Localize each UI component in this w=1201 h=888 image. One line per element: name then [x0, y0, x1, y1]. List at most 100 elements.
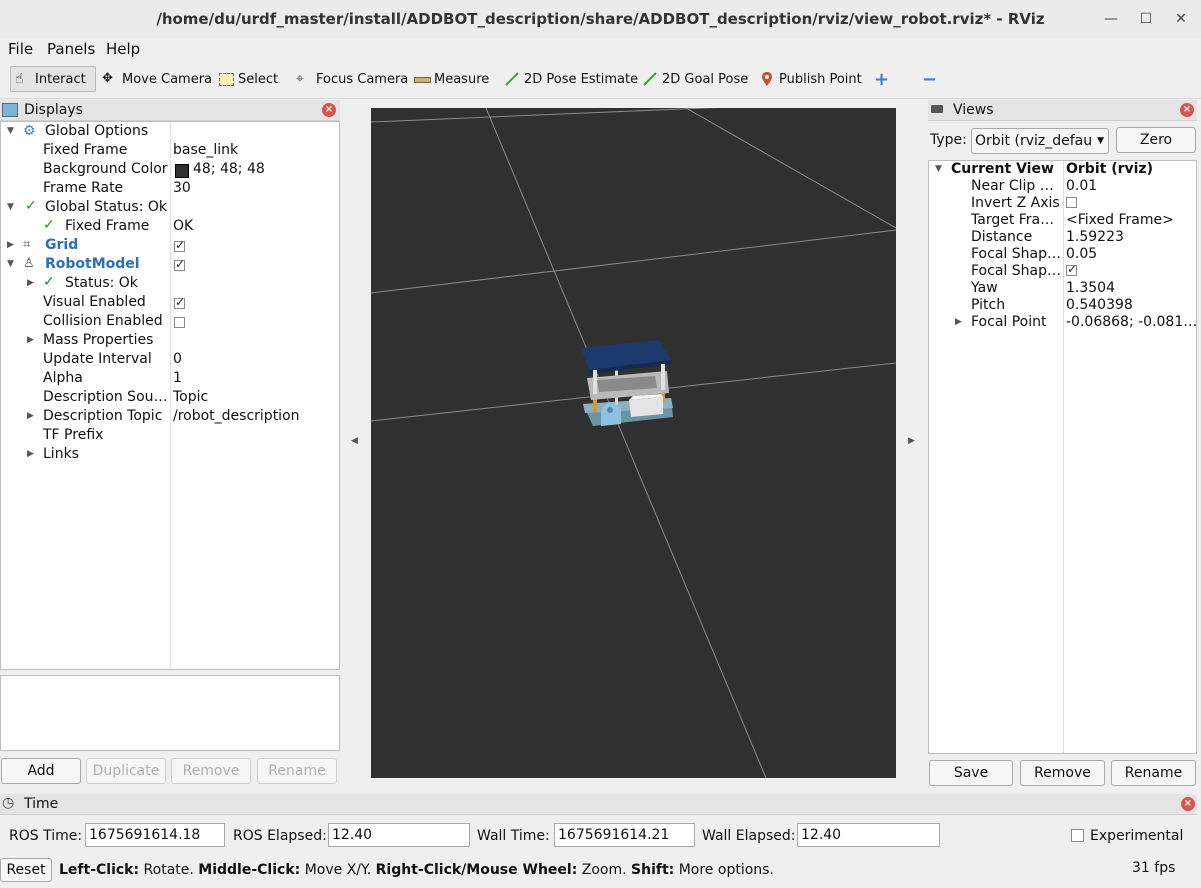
- wall-time-field[interactable]: 1675691614.21: [554, 823, 695, 847]
- row-value[interactable]: 0.540398: [1066, 297, 1133, 313]
- gear-icon: ⚙: [23, 123, 36, 139]
- collision-enabled-checkbox[interactable]: [174, 317, 185, 328]
- close-icon[interactable]: ×: [322, 103, 336, 117]
- collapsed-arrow-icon: ▶: [955, 317, 962, 327]
- chevron-down-icon: ▼: [1097, 129, 1104, 153]
- wall-elapsed-field[interactable]: 12.40: [797, 823, 940, 847]
- measure-tool[interactable]: Measure: [410, 66, 493, 92]
- displays-panel-header: Displays ×: [0, 100, 340, 121]
- experimental-checkbox[interactable]: [1071, 829, 1084, 842]
- remove-view-button[interactable]: Remove: [1020, 760, 1105, 786]
- add-display-button[interactable]: Add: [1, 758, 81, 784]
- row-value[interactable]: 0.01: [1066, 178, 1097, 194]
- views-title: Views: [953, 102, 994, 118]
- tree-row-description-source[interactable]: Description Sou… Topic: [1, 389, 339, 408]
- maximize-button[interactable]: ☐: [1135, 8, 1157, 30]
- publish-point-tool[interactable]: Publish Point: [755, 66, 866, 92]
- robot-model-enabled-checkbox[interactable]: [174, 257, 185, 271]
- reset-button[interactable]: Reset: [0, 858, 52, 882]
- ros-time-field[interactable]: 1675691614.18: [85, 823, 225, 847]
- tree-row-frame-rate[interactable]: Frame Rate 30: [1, 180, 339, 199]
- tree-row-mass-properties[interactable]: ▶ Mass Properties: [1, 332, 339, 351]
- row-value[interactable]: <Fixed Frame>: [1066, 212, 1174, 228]
- visual-enabled-checkbox[interactable]: [174, 295, 185, 309]
- tree-row-visual-enabled[interactable]: Visual Enabled: [1, 294, 339, 313]
- hint-right-click-key: Right-Click/Mouse Wheel:: [375, 862, 578, 878]
- remove-display-button[interactable]: Remove: [171, 758, 251, 784]
- ros-elapsed-field[interactable]: 12.40: [328, 823, 470, 847]
- tree-row-fixed-frame[interactable]: Fixed Frame base_link: [1, 142, 339, 161]
- tree-row-robot-model[interactable]: ▼ ♙ RobotModel: [1, 256, 339, 275]
- select-tool[interactable]: Select: [214, 66, 282, 92]
- ros-elapsed-label: ROS Elapsed:: [233, 828, 327, 844]
- tree-row-background-color[interactable]: Background Color 48; 48; 48: [1, 161, 339, 180]
- save-view-button[interactable]: Save: [929, 760, 1013, 786]
- duplicate-display-button[interactable]: Duplicate: [86, 758, 166, 784]
- minimize-button[interactable]: —: [1100, 8, 1122, 30]
- row-value[interactable]: base_link: [173, 142, 238, 158]
- row-value[interactable]: 1.59223: [1066, 229, 1124, 245]
- menu-file[interactable]: File: [8, 40, 33, 58]
- add-tool-button[interactable]: +: [870, 66, 893, 92]
- row-value[interactable]: 1.3504: [1066, 280, 1115, 296]
- move-camera-tool[interactable]: ✥ Move Camera: [98, 66, 216, 92]
- tree-row-grid[interactable]: ▶ ⌗ Grid: [1, 237, 339, 256]
- toolbar: ☝ Interact ✥ Move Camera Select ⌖ Focus …: [0, 60, 1201, 99]
- row-value[interactable]: -0.06868; -0.081…: [1066, 314, 1197, 330]
- row-value[interactable]: 30: [173, 180, 191, 196]
- row-value[interactable]: 1: [173, 370, 182, 386]
- menu-help[interactable]: Help: [106, 40, 140, 58]
- close-window-button[interactable]: ✕: [1170, 8, 1192, 30]
- expanded-arrow-icon: ▼: [7, 126, 14, 136]
- row-value[interactable]: 48; 48; 48: [193, 161, 265, 177]
- ruler-icon: [414, 71, 431, 87]
- view-type-select[interactable]: Orbit (rviz_defau ▼: [971, 128, 1109, 154]
- close-icon[interactable]: ×: [1181, 797, 1195, 811]
- tree-row-alpha[interactable]: Alpha 1: [1, 370, 339, 389]
- views-row-focal-point[interactable]: ▶ Focal Point -0.06868; -0.081…: [929, 314, 1197, 333]
- displays-tree[interactable]: ▼ ⚙ Global Options Fixed Frame base_link…: [0, 121, 340, 670]
- row-value[interactable]: /robot_description: [173, 408, 300, 424]
- pose-estimate-tool[interactable]: 2D Pose Estimate: [500, 66, 642, 92]
- collapse-left-arrow-icon[interactable]: ◀: [351, 436, 358, 446]
- interact-label: Interact: [35, 71, 86, 87]
- tree-row-collision-enabled[interactable]: Collision Enabled: [1, 313, 339, 332]
- checkmark-icon: ✓: [43, 274, 55, 290]
- menu-panels[interactable]: Panels: [47, 40, 95, 58]
- hint-left-click-key: Left-Click:: [59, 862, 140, 878]
- tree-row-tf-prefix[interactable]: TF Prefix: [1, 427, 339, 446]
- move-arrows-icon: ✥: [102, 71, 113, 86]
- close-icon[interactable]: ×: [1180, 103, 1194, 117]
- collapse-right-arrow-icon[interactable]: ▶: [908, 436, 915, 446]
- zero-button[interactable]: Zero: [1116, 127, 1196, 153]
- view-type-label: Type:: [930, 132, 967, 148]
- tree-row-global-status[interactable]: ▼ ✓ Global Status: Ok: [1, 198, 339, 218]
- goal-pose-tool[interactable]: 2D Goal Pose: [638, 66, 752, 92]
- render-viewport[interactable]: [371, 108, 896, 778]
- rename-display-button[interactable]: Rename: [257, 758, 337, 784]
- tree-row-links[interactable]: ▶ Links: [1, 446, 339, 465]
- tree-row-rm-status[interactable]: ▶ ✓ Status: Ok: [1, 274, 339, 294]
- interact-tool[interactable]: ☝ Interact: [10, 66, 96, 92]
- expanded-arrow-icon: ▼: [935, 164, 942, 174]
- grid-enabled-checkbox[interactable]: [174, 238, 185, 252]
- rename-view-button[interactable]: Rename: [1111, 760, 1196, 786]
- tree-row-gs-fixed-frame[interactable]: ✓ Fixed Frame OK: [1, 217, 339, 237]
- focal-shape-checkbox[interactable]: [1066, 262, 1077, 276]
- focus-camera-tool[interactable]: ⌖ Focus Camera: [292, 66, 412, 92]
- row-key: Current View: [951, 161, 1054, 177]
- tree-row-update-interval[interactable]: Update Interval 0: [1, 351, 339, 370]
- color-swatch[interactable]: [175, 164, 189, 178]
- move-camera-label: Move Camera: [122, 71, 213, 87]
- time-panel-header: ◷ Time ×: [0, 794, 1197, 815]
- crosshair-icon: ⌖: [296, 71, 304, 87]
- remove-tool-button[interactable]: −: [918, 66, 941, 92]
- tree-row-description-topic[interactable]: ▶ Description Topic /robot_description: [1, 408, 339, 427]
- row-value[interactable]: 0.05: [1066, 246, 1097, 262]
- robot-model[interactable]: [581, 340, 673, 426]
- row-value[interactable]: 0: [173, 351, 182, 367]
- row-value[interactable]: Topic: [173, 389, 208, 405]
- views-tree[interactable]: ▼ Current View Orbit (rviz) Near Clip … …: [928, 160, 1197, 754]
- tree-row-global-options[interactable]: ▼ ⚙ Global Options: [1, 123, 339, 142]
- invert-z-checkbox[interactable]: [1066, 197, 1077, 208]
